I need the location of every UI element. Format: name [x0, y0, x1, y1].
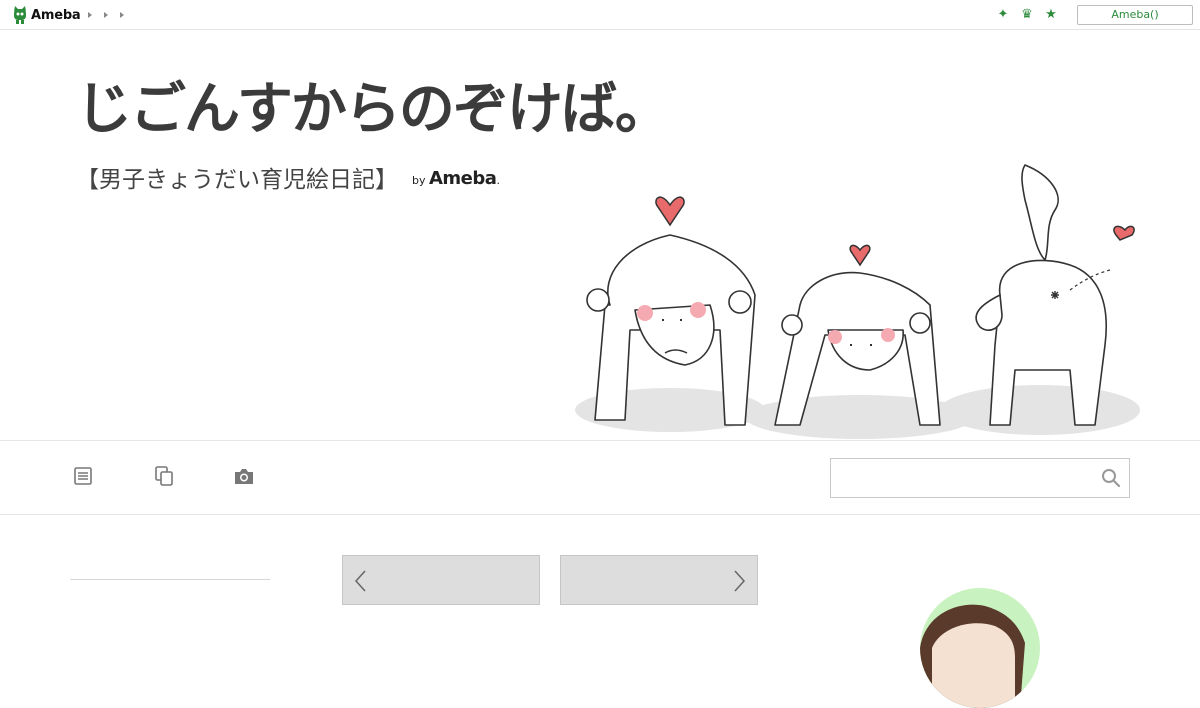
profile-avatar[interactable] — [920, 588, 1040, 708]
camera-icon[interactable] — [233, 465, 255, 487]
search-box — [830, 458, 1130, 498]
blog-title[interactable]: じごんすからのぞけば。 — [76, 72, 671, 148]
logo-text: Ameba — [31, 7, 81, 23]
by-suffix: . — [496, 174, 500, 187]
avatar-image — [920, 604, 1025, 708]
breadcrumb-arrow-icon[interactable] — [120, 12, 124, 18]
ameba-logo[interactable]: Ameba — [12, 5, 81, 25]
crown-icon[interactable]: ♛ — [1020, 7, 1034, 23]
ameba-mascot-icon — [14, 6, 26, 24]
search-icon[interactable] — [1101, 468, 1121, 488]
previous-entry-button[interactable] — [342, 555, 540, 605]
breadcrumb-arrow-icon[interactable] — [104, 12, 108, 18]
sparkle-icon[interactable]: ✦ — [996, 7, 1010, 23]
blog-subtitle: 【男子きょうだい育児絵日記】 — [76, 167, 398, 193]
themes-icon[interactable] — [153, 465, 175, 487]
by-brand: Ameba — [429, 168, 497, 189]
breadcrumb — [88, 9, 124, 18]
chevron-left-icon — [354, 570, 366, 592]
blog-nav-bar — [0, 440, 1200, 515]
next-entry-button[interactable] — [560, 555, 758, 605]
sidebar-divider — [70, 579, 270, 580]
top-icon-group: ✦ ♛ ★ — [996, 7, 1058, 23]
breadcrumb-arrow-icon[interactable] — [88, 12, 92, 18]
global-header: Ameba ✦ ♛ ★ Ameba() — [0, 0, 1200, 30]
blog-header: じごんすからのぞけば。 【男子きょうだい育児絵日記】 by Ameba. — [0, 30, 1200, 440]
by-prefix: by — [412, 174, 426, 187]
by-ameba-label: by Ameba. — [412, 168, 500, 189]
header-illustration — [575, 164, 1140, 439]
login-button[interactable]: Ameba() — [1077, 5, 1193, 25]
search-input[interactable] — [831, 459, 1091, 497]
star-icon[interactable]: ★ — [1044, 7, 1058, 23]
chevron-right-icon — [734, 570, 746, 592]
entry-list-icon[interactable] — [72, 465, 94, 487]
